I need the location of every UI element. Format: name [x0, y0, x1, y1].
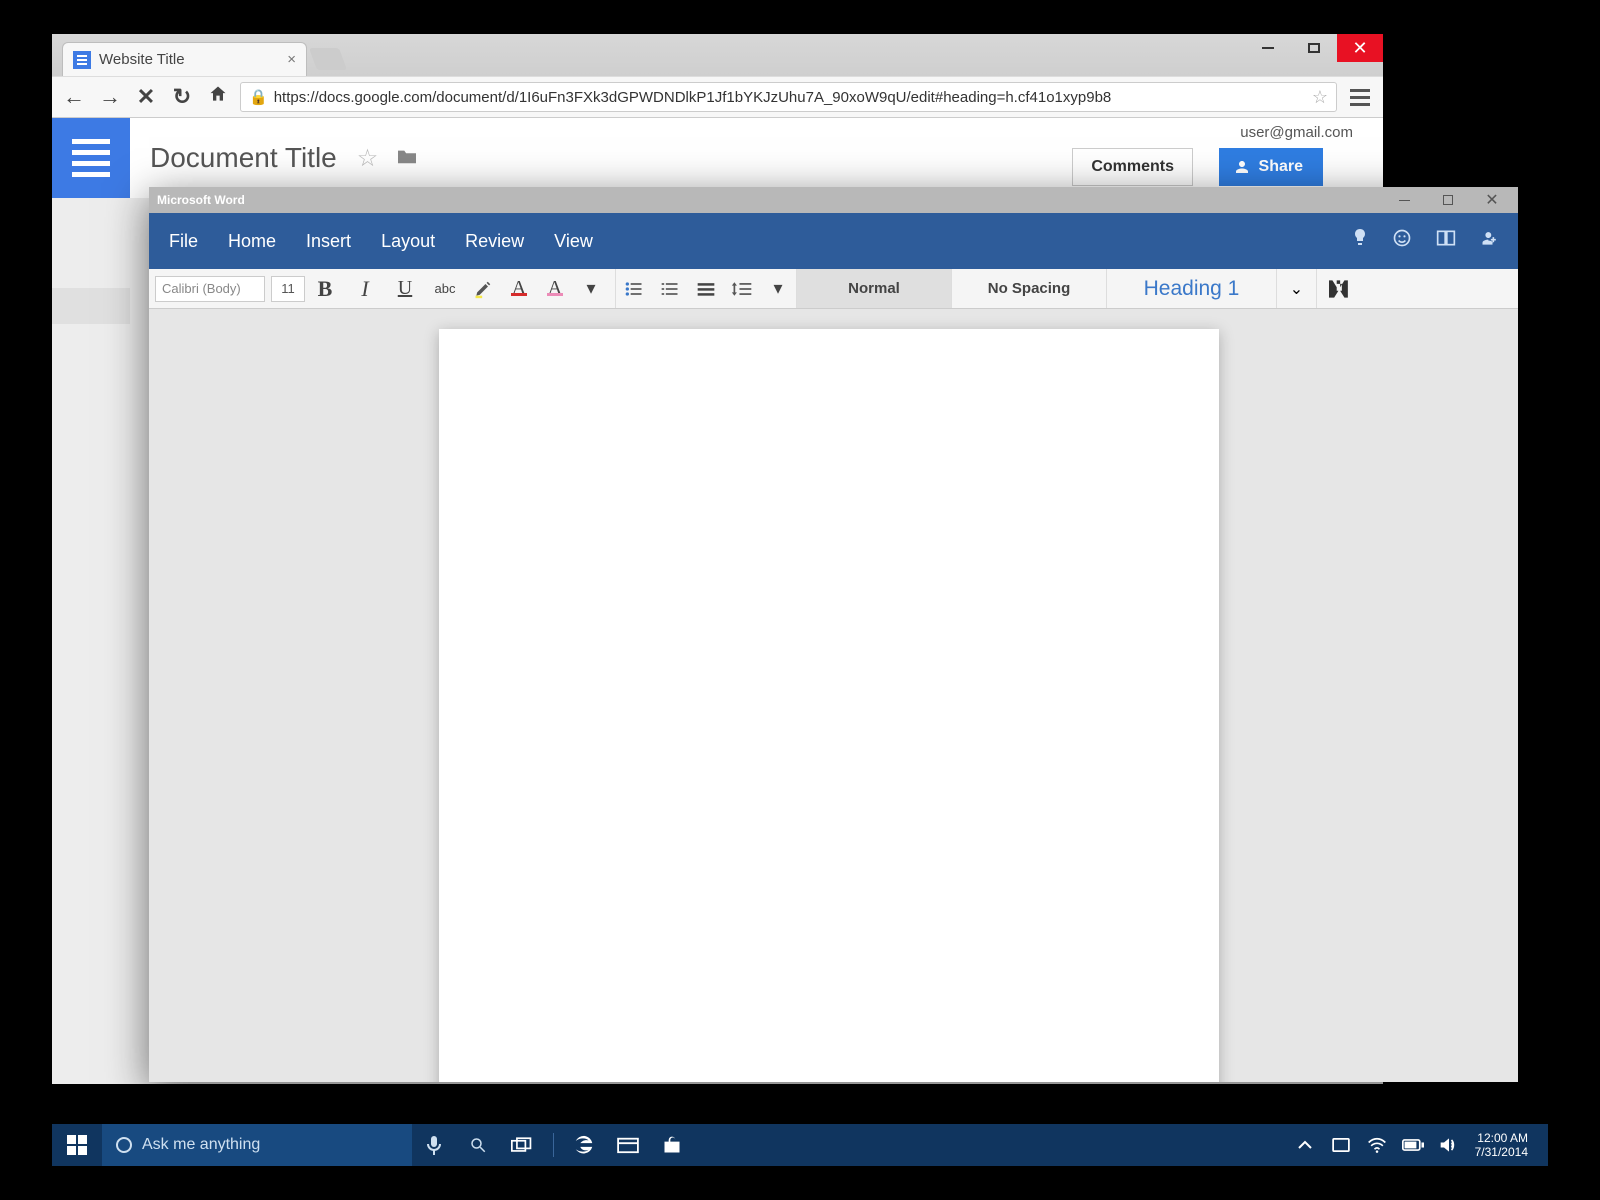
volume-icon[interactable]	[1431, 1136, 1467, 1154]
person-icon	[1233, 158, 1251, 176]
share-label: Share	[1259, 158, 1303, 176]
font-color2-button[interactable]: A	[537, 277, 573, 300]
chrome-window-controls: ✕	[1245, 34, 1383, 62]
font-name-select[interactable]: Calibri (Body)	[155, 276, 265, 302]
italic-button[interactable]: I	[345, 276, 385, 302]
align-button[interactable]	[688, 280, 724, 298]
stop-button[interactable]: ✕	[132, 84, 160, 110]
doc-folder-icon[interactable]	[396, 144, 418, 172]
cortana-mic-icon[interactable]	[412, 1135, 456, 1155]
windows-taskbar: Ask me anything 12:00 AM 7/31/2014	[52, 1124, 1548, 1166]
font-size-select[interactable]: 11	[271, 276, 305, 302]
word-window: Microsoft Word ✕ File Home Insert Layout…	[149, 187, 1518, 1082]
outline-selected-row[interactable]	[52, 288, 130, 324]
smiley-icon[interactable]	[1392, 228, 1412, 254]
new-tab-button[interactable]	[309, 48, 347, 70]
numbering-button[interactable]	[652, 280, 688, 298]
style-normal[interactable]: Normal	[797, 269, 952, 308]
forward-button[interactable]: →	[96, 84, 124, 110]
taskbar-clock[interactable]: 12:00 AM 7/31/2014	[1467, 1131, 1536, 1159]
ribbon-tabs: File Home Insert Layout Review View	[169, 231, 593, 252]
chrome-toolbar: ← → ✕ ↻ 🔒 https://docs.google.com/docume…	[52, 76, 1383, 118]
clock-time: 12:00 AM	[1475, 1131, 1528, 1145]
chrome-maximize-button[interactable]	[1291, 34, 1337, 62]
address-bar[interactable]: 🔒 https://docs.google.com/document/d/1I6…	[240, 82, 1337, 112]
taskbar-search[interactable]: Ask me anything	[102, 1124, 412, 1166]
lock-icon: 🔒	[249, 88, 268, 106]
gdocs-favicon-icon	[73, 51, 91, 69]
line-spacing-button[interactable]	[724, 280, 760, 298]
browser-tab[interactable]: Website Title ×	[62, 42, 307, 76]
tray-up-icon[interactable]	[1287, 1140, 1323, 1150]
share-button[interactable]: Share	[1219, 148, 1323, 186]
ie-icon[interactable]	[562, 1134, 606, 1156]
word-minimize-button[interactable]	[1382, 187, 1426, 213]
styles-dropdown-icon[interactable]: ⌄	[1277, 269, 1317, 308]
tab-insert[interactable]: Insert	[306, 231, 351, 252]
taskbar-pinned-apps	[412, 1124, 694, 1166]
share-person-icon[interactable]	[1480, 228, 1500, 254]
tab-layout[interactable]: Layout	[381, 231, 435, 252]
font-dropdown-icon[interactable]: ▾	[573, 278, 609, 299]
highlight-color-button[interactable]	[465, 279, 501, 299]
clock-date: 7/31/2014	[1475, 1145, 1528, 1159]
document-title[interactable]: Document Title	[150, 142, 337, 174]
cortana-circle-icon	[116, 1137, 132, 1153]
lightbulb-icon[interactable]	[1352, 228, 1368, 254]
word-close-button[interactable]: ✕	[1470, 187, 1514, 213]
search-placeholder: Ask me anything	[142, 1136, 260, 1154]
word-maximize-button[interactable]	[1426, 187, 1470, 213]
underline-button[interactable]: U	[385, 277, 425, 300]
search-icon[interactable]	[456, 1136, 500, 1154]
word-app-title: Microsoft Word	[157, 193, 245, 207]
bullets-button[interactable]	[616, 280, 652, 298]
chrome-minimize-button[interactable]	[1245, 34, 1291, 62]
word-titlebar[interactable]: Microsoft Word ✕	[149, 187, 1518, 213]
taskbar-divider	[544, 1133, 562, 1157]
paragraph-dropdown-icon[interactable]: ▾	[760, 278, 796, 299]
bookmark-star-icon[interactable]: ☆	[1312, 87, 1328, 108]
tab-review[interactable]: Review	[465, 231, 524, 252]
doc-star-icon[interactable]: ☆	[357, 144, 379, 173]
comments-button[interactable]: Comments	[1072, 148, 1193, 186]
task-view-icon[interactable]	[500, 1137, 544, 1153]
tab-file[interactable]: File	[169, 231, 198, 252]
file-explorer-icon[interactable]	[606, 1136, 650, 1154]
tab-close-icon[interactable]: ×	[287, 51, 296, 68]
find-button[interactable]	[1317, 269, 1365, 308]
tab-home[interactable]: Home	[228, 231, 276, 252]
font-color-button[interactable]: A	[501, 277, 537, 300]
chrome-close-button[interactable]: ✕	[1337, 34, 1383, 62]
word-ribbon-header: File Home Insert Layout Review View	[149, 213, 1518, 269]
word-toolbar: Calibri (Body) 11 B I U abc A A ▾	[149, 269, 1518, 309]
system-tray: 12:00 AM 7/31/2014	[1287, 1124, 1548, 1166]
document-page[interactable]	[439, 329, 1219, 1082]
tablet-mode-icon[interactable]	[1323, 1138, 1359, 1152]
style-heading1[interactable]: Heading 1	[1107, 269, 1277, 308]
user-email[interactable]: user@gmail.com	[1240, 124, 1353, 141]
word-window-controls: ✕	[1382, 187, 1514, 213]
home-button[interactable]	[204, 84, 232, 110]
gdocs-header: Document Title ☆ user@gmail.com Comments…	[130, 118, 1383, 198]
wifi-icon[interactable]	[1359, 1137, 1395, 1153]
start-button[interactable]	[52, 1135, 102, 1155]
tab-title: Website Title	[99, 51, 287, 68]
reload-button[interactable]: ↻	[168, 84, 196, 110]
ribbon-right-icons	[1352, 228, 1500, 254]
bold-button[interactable]: B	[305, 276, 345, 302]
comments-label: Comments	[1091, 158, 1174, 176]
back-button[interactable]: ←	[60, 84, 88, 110]
reading-icon[interactable]	[1436, 229, 1456, 253]
gdocs-logo-icon[interactable]	[52, 118, 130, 198]
clear-format-button[interactable]: abc	[425, 281, 465, 296]
tab-view[interactable]: View	[554, 231, 593, 252]
url-text: https://docs.google.com/document/d/1I6uF…	[274, 89, 1112, 106]
battery-icon[interactable]	[1395, 1139, 1431, 1151]
style-no-spacing[interactable]: No Spacing	[952, 269, 1107, 308]
store-icon[interactable]	[650, 1135, 694, 1155]
word-canvas[interactable]	[149, 309, 1518, 1082]
chrome-tabstrip: Website Title × ✕	[52, 34, 1383, 76]
chrome-menu-button[interactable]	[1345, 89, 1375, 106]
